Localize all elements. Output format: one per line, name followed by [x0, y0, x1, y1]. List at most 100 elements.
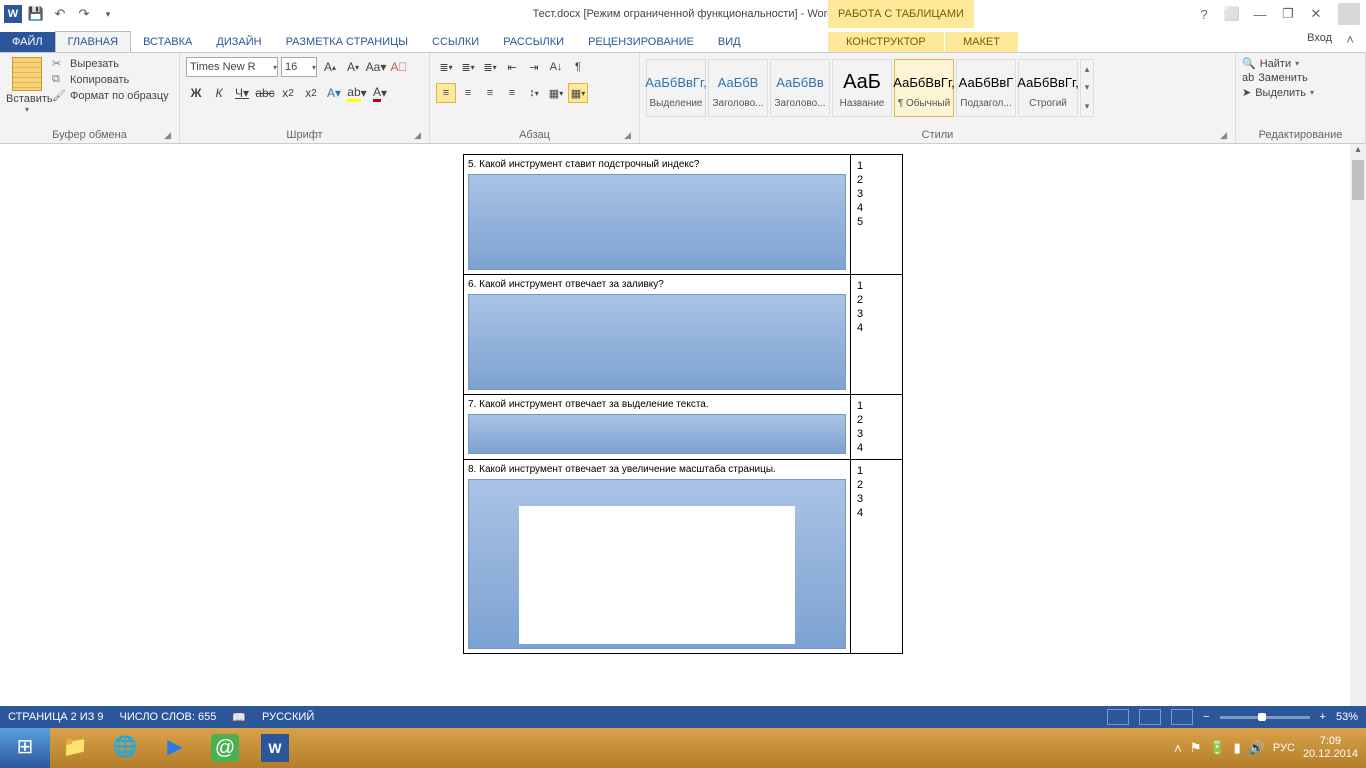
- superscript-button[interactable]: x2: [301, 83, 321, 103]
- tab-insert[interactable]: ВСТАВКА: [131, 32, 204, 52]
- font-name-combo[interactable]: Times New R▾: [186, 57, 278, 77]
- clear-formatting-button[interactable]: A⃫: [389, 57, 409, 77]
- numbering-button[interactable]: ≣▾: [458, 57, 478, 77]
- page-indicator[interactable]: СТРАНИЦА 2 ИЗ 9: [8, 711, 104, 723]
- taskbar-chrome[interactable]: 🌐: [100, 728, 150, 768]
- highlight-button[interactable]: ab▾: [347, 83, 367, 103]
- font-dialog-launcher[interactable]: ◢: [414, 130, 421, 141]
- tab-design[interactable]: ДИЗАЙН: [204, 32, 273, 52]
- zoom-level[interactable]: 53%: [1336, 711, 1358, 723]
- taskbar-word[interactable]: W: [250, 728, 300, 768]
- close-button[interactable]: ✕: [1304, 4, 1328, 24]
- bold-button[interactable]: Ж: [186, 83, 206, 103]
- multilevel-button[interactable]: ≣▾: [480, 57, 500, 77]
- tab-mailings[interactable]: РАССЫЛКИ: [491, 32, 576, 52]
- ribbon-display-button[interactable]: ⬜: [1220, 4, 1244, 24]
- cut-button[interactable]: ✂Вырезать: [52, 57, 169, 71]
- zoom-out-button[interactable]: −: [1203, 711, 1209, 723]
- select-button[interactable]: ➤Выделить ▾: [1242, 86, 1359, 99]
- redo-button[interactable]: ↷: [74, 4, 94, 24]
- proofing-icon[interactable]: 📖: [232, 711, 246, 724]
- tab-table-layout[interactable]: МАКЕТ: [945, 32, 1018, 52]
- tab-page-layout[interactable]: РАЗМЕТКА СТРАНИЦЫ: [274, 32, 420, 52]
- tab-table-design[interactable]: КОНСТРУКТОР: [828, 32, 944, 52]
- document-area[interactable]: 5. Какой инструмент ставит подстрочный и…: [0, 144, 1366, 728]
- collapse-ribbon-button[interactable]: ˄: [1346, 32, 1354, 47]
- tab-view[interactable]: ВИД: [706, 32, 753, 52]
- shrink-font-button[interactable]: A▾: [343, 57, 363, 77]
- borders-button[interactable]: ▦▾: [568, 83, 588, 103]
- styles-more-button[interactable]: ▴▾▾: [1080, 59, 1094, 117]
- minimize-button[interactable]: —: [1248, 4, 1272, 24]
- network-icon[interactable]: ▮: [1234, 740, 1241, 756]
- font-color-button[interactable]: A▾: [370, 83, 390, 103]
- battery-icon[interactable]: 🔋: [1209, 740, 1225, 756]
- line-spacing-button[interactable]: ↕▾: [524, 83, 544, 103]
- tab-review[interactable]: РЕЦЕНЗИРОВАНИЕ: [576, 32, 706, 52]
- sign-in-link[interactable]: Вход: [1307, 32, 1332, 44]
- zoom-slider[interactable]: [1220, 716, 1310, 719]
- paragraph-dialog-launcher[interactable]: ◢: [624, 130, 631, 141]
- undo-button[interactable]: ↶: [50, 4, 70, 24]
- word-icon: W: [261, 734, 289, 762]
- clipboard-dialog-launcher[interactable]: ◢: [164, 130, 171, 141]
- paste-button[interactable]: Вставить ▾: [6, 57, 48, 129]
- flag-icon[interactable]: ⚑: [1190, 740, 1202, 756]
- underline-button[interactable]: Ч▾: [232, 83, 252, 103]
- styles-dialog-launcher[interactable]: ◢: [1220, 130, 1227, 141]
- scroll-up-button[interactable]: ▴: [1350, 144, 1366, 160]
- align-left-button[interactable]: ≡: [436, 83, 456, 103]
- tab-home[interactable]: ГЛАВНАЯ: [55, 31, 131, 52]
- copy-button[interactable]: ⧉Копировать: [52, 73, 169, 87]
- vertical-scrollbar[interactable]: ▴ ▾: [1350, 144, 1366, 728]
- subscript-button[interactable]: x2: [278, 83, 298, 103]
- help-button[interactable]: ?: [1192, 4, 1216, 24]
- read-mode-button[interactable]: [1107, 709, 1129, 725]
- justify-button[interactable]: ≡: [502, 83, 522, 103]
- taskbar-explorer[interactable]: 📁: [50, 728, 100, 768]
- restore-button[interactable]: ❐: [1276, 4, 1300, 24]
- taskbar-mail[interactable]: @: [200, 728, 250, 768]
- style-item[interactable]: АаБбВвЗаголово...: [770, 59, 830, 117]
- font-size-combo[interactable]: 16▾: [281, 57, 317, 77]
- style-item[interactable]: АаБбВвГПодзагол...: [956, 59, 1016, 117]
- input-language[interactable]: РУС: [1273, 742, 1295, 754]
- style-item[interactable]: АаБбВвГг,Строгий: [1018, 59, 1078, 117]
- find-button[interactable]: 🔍Найти ▾: [1242, 57, 1359, 70]
- sort-button[interactable]: A↓: [546, 57, 566, 77]
- zoom-in-button[interactable]: +: [1320, 711, 1326, 723]
- style-item[interactable]: АаБбВЗаголово...: [708, 59, 768, 117]
- shading-button[interactable]: ▦▾: [546, 83, 566, 103]
- tab-references[interactable]: ССЫЛКИ: [420, 32, 491, 52]
- tray-up-icon[interactable]: ˄: [1174, 741, 1182, 756]
- web-layout-button[interactable]: [1171, 709, 1193, 725]
- style-item[interactable]: АаБбВвГг,¶ Обычный: [894, 59, 954, 117]
- tray-clock[interactable]: 7:09 20.12.2014: [1303, 735, 1358, 761]
- italic-button[interactable]: К: [209, 83, 229, 103]
- align-right-button[interactable]: ≡: [480, 83, 500, 103]
- user-avatar[interactable]: [1338, 3, 1360, 25]
- grow-font-button[interactable]: A▴: [320, 57, 340, 77]
- save-button[interactable]: 💾: [26, 4, 46, 24]
- taskbar-player[interactable]: ▶: [150, 728, 200, 768]
- text-effects-button[interactable]: A▾: [324, 83, 344, 103]
- bullets-button[interactable]: ≣▾: [436, 57, 456, 77]
- format-painter-button[interactable]: 🖌Формат по образцу: [52, 89, 169, 103]
- align-center-button[interactable]: ≡: [458, 83, 478, 103]
- style-item[interactable]: АаБбВвГг,Выделение: [646, 59, 706, 117]
- strikethrough-button[interactable]: abc: [255, 83, 275, 103]
- start-button[interactable]: ⊞: [0, 728, 50, 768]
- print-layout-button[interactable]: [1139, 709, 1161, 725]
- replace-button[interactable]: abЗаменить: [1242, 72, 1359, 84]
- change-case-button[interactable]: Aa▾: [366, 57, 386, 77]
- style-item[interactable]: АаБНазвание: [832, 59, 892, 117]
- tab-file[interactable]: ФАЙЛ: [0, 32, 55, 52]
- volume-icon[interactable]: 🔊: [1249, 740, 1265, 756]
- word-count[interactable]: ЧИСЛО СЛОВ: 655: [120, 711, 217, 723]
- language-indicator[interactable]: РУССКИЙ: [262, 711, 314, 723]
- show-marks-button[interactable]: ¶: [568, 57, 588, 77]
- scroll-thumb[interactable]: [1352, 160, 1364, 200]
- increase-indent-button[interactable]: ⇥: [524, 57, 544, 77]
- qat-customize-button[interactable]: ▾: [98, 4, 118, 24]
- decrease-indent-button[interactable]: ⇤: [502, 57, 522, 77]
